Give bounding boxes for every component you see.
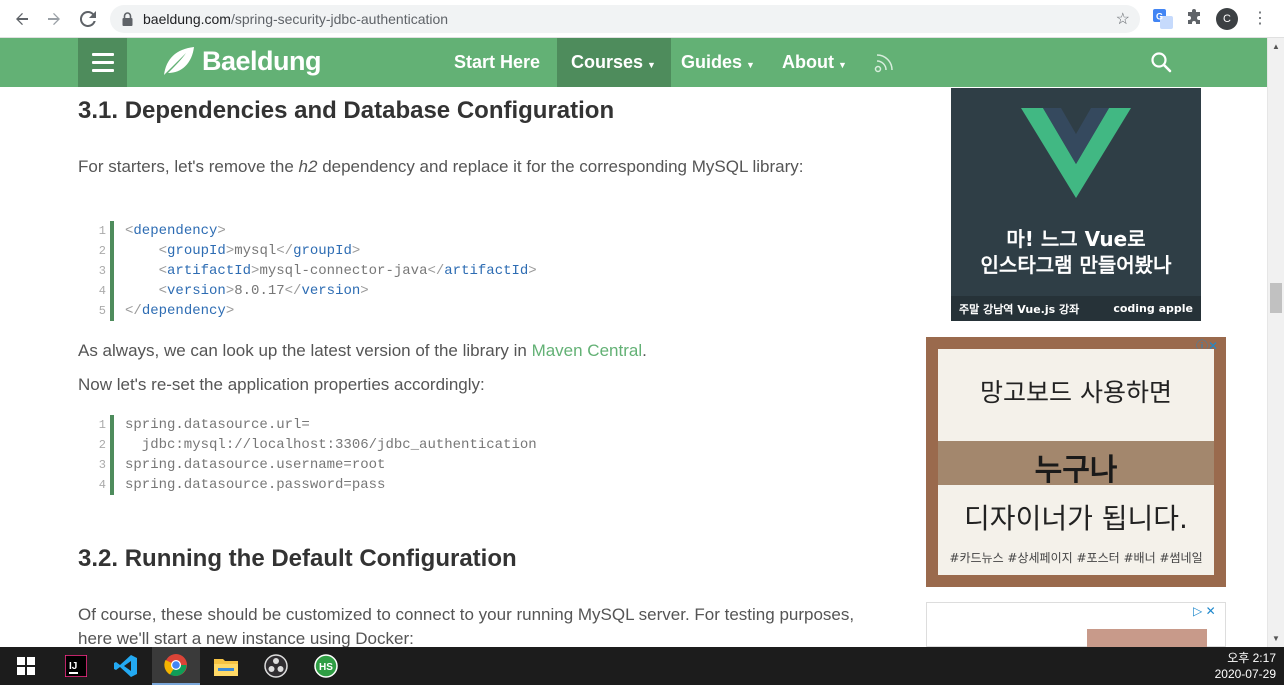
system-clock[interactable]: 오후 2:17 2020-07-29 [1206,650,1276,682]
nav-courses[interactable]: Courses ▼ [557,38,671,87]
browser-menu-icon[interactable]: ⋮ [1252,8,1268,30]
ad-emphasis: 누구나 [1034,453,1118,488]
line-numbers: 12345 [98,224,106,318]
paragraph-properties: Now let's re-set the application propert… [78,375,485,394]
file-explorer-icon[interactable] [202,647,250,685]
translate-extension-icon[interactable]: G [1153,9,1173,29]
intellij-icon[interactable]: IJ [52,647,100,685]
code-lines: spring.datasource.url= jdbc:mysql://loca… [125,417,537,493]
address-bar[interactable]: baeldung.com/spring-security-jdbc-authen… [110,5,1140,33]
code-block-properties: 1234 spring.datasource.url= jdbc:mysql:/… [88,415,828,495]
baeldung-logo[interactable]: Baeldung [162,45,322,77]
code-block-dependency: 12345 <dependency> <groupId>mysql</group… [88,221,828,321]
line-numbers: 1234 [98,418,106,492]
chrome-icon[interactable] [152,647,200,685]
paragraph-docker: Of course, these should be customized to… [78,605,855,647]
paragraph-starters: For starters, let's remove the h2 depend… [78,157,804,176]
vue-logo-icon [1021,108,1131,198]
maven-central-link[interactable]: Maven Central [532,341,643,360]
section-heading-3-2: 3.2. Running the Default Configuration [78,545,517,572]
profile-avatar[interactable]: C [1216,8,1238,30]
extensions-puzzle-icon[interactable] [1185,9,1205,29]
vscode-icon[interactable] [102,647,150,685]
vue-course-ad[interactable]: 마! 느그 Vue로 인스타그램 만들어봤나 주말 강남역 Vue.js 강좌 … [951,88,1201,321]
ad-headline: 마! 느그 Vue로 [1006,227,1146,251]
nav-guides[interactable]: Guides ▼ [681,38,755,87]
chevron-down-icon: ▼ [647,59,656,70]
ad-headline: 망고보드 사용하면 [980,378,1172,407]
scroll-down-arrow-icon[interactable]: ▼ [1272,634,1280,643]
leaf-logo-icon [164,47,194,75]
nav-start-here[interactable]: Start Here [454,38,540,87]
svg-text:HS: HS [319,662,333,673]
forward-icon[interactable] [42,7,66,31]
ad-image [1087,629,1207,648]
taskbar: IJ HS 오후 2:17 2020-07-29 [0,647,1284,685]
clock-time: 오후 2:17 [1227,651,1276,665]
code-lines: <dependency> <groupId>mysql</groupId> <a… [125,223,537,319]
ad-subline: 디자이너가 됩니다. [964,502,1188,535]
scroll-up-arrow-icon[interactable]: ▲ [1272,42,1280,51]
hamburger-menu-icon[interactable] [78,38,127,87]
rss-icon[interactable] [874,51,896,78]
ad-headline-2: 인스타그램 만들어봤나 [980,253,1172,277]
url-text: baeldung.com/spring-security-jdbc-authen… [143,11,449,27]
svg-text:IJ: IJ [69,661,77,672]
ad-choices-icon[interactable]: ▷ ✕ [1193,604,1216,618]
section-heading-3-1: 3.1. Dependencies and Database Configura… [78,97,615,124]
hs-app-icon[interactable]: HS [302,647,350,685]
obs-icon[interactable] [252,647,300,685]
svg-text:G: G [1156,12,1163,22]
chevron-down-icon: ▼ [837,59,847,70]
browser-toolbar: baeldung.com/spring-security-jdbc-authen… [0,0,1284,38]
lock-icon [122,12,133,31]
mangoboard-ad[interactable]: ⓘ✕ 망고보드 사용하면 누구나 디자이너가 됩니다. #카드뉴스 #상세페이지… [926,337,1226,587]
article-content: 3.1. Dependencies and Database Configura… [78,87,858,647]
back-icon[interactable] [10,7,34,31]
page-scrollbar[interactable]: ▲ ▼ [1267,38,1284,647]
scroll-thumb[interactable] [1270,283,1282,313]
nav-about[interactable]: About ▼ [782,38,847,87]
ad-body: 망고보드 사용하면 누구나 디자이너가 됩니다. #카드뉴스 #상세페이지 #포… [938,349,1214,575]
clock-date: 2020-07-29 [1214,667,1276,681]
search-icon[interactable] [1150,51,1172,78]
ad-footer: 주말 강남역 Vue.js 강좌 coding apple [951,296,1201,321]
paragraph-maven: As always, we can look up the latest ver… [78,341,647,360]
ad-tags: #카드뉴스 #상세페이지 #포스터 #배너 #썸네일 [949,551,1203,565]
bookmark-star-icon[interactable]: ☆ [1116,9,1130,29]
site-header: Baeldung Start Here Courses ▼ Guides ▼ Abo… [0,38,1267,87]
chevron-down-icon: ▼ [746,59,755,70]
ad-banner-partial[interactable]: ▷ ✕ [926,602,1226,648]
reload-icon[interactable] [76,7,100,31]
logo-text: Baeldung [202,45,322,76]
windows-start-icon[interactable] [2,647,50,685]
